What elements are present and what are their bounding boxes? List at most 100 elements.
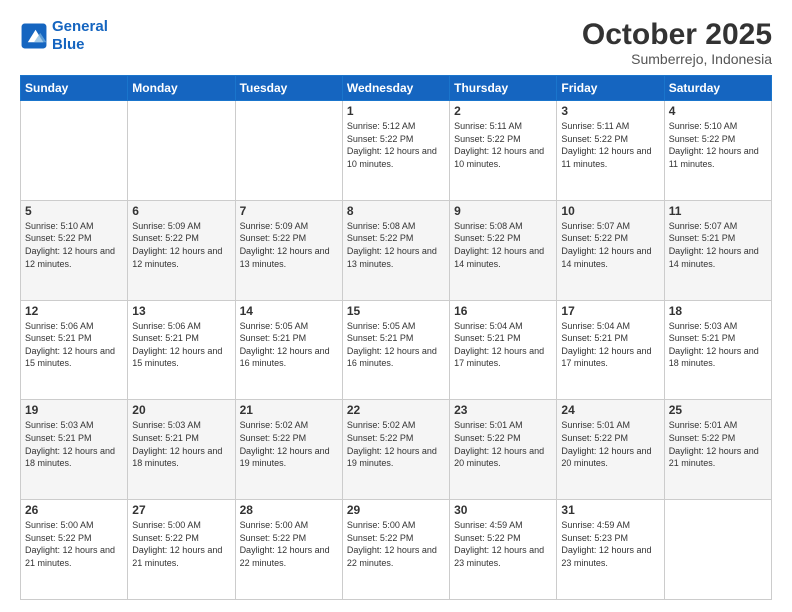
day-info: Sunrise: 5:08 AMSunset: 5:22 PMDaylight:… bbox=[454, 220, 552, 270]
day-info: Sunrise: 5:12 AMSunset: 5:22 PMDaylight:… bbox=[347, 120, 445, 170]
header: General Blue October 2025 Sumberrejo, In… bbox=[20, 18, 772, 67]
day-info: Sunrise: 5:08 AMSunset: 5:22 PMDaylight:… bbox=[347, 220, 445, 270]
logo-line2: Blue bbox=[52, 36, 85, 53]
calendar-cell: 25 Sunrise: 5:01 AMSunset: 5:22 PMDayligh… bbox=[664, 400, 771, 500]
title-block: October 2025 Sumberrejo, Indonesia bbox=[582, 18, 772, 67]
day-number: 28 bbox=[240, 503, 338, 517]
day-number: 20 bbox=[132, 403, 230, 417]
day-number: 5 bbox=[25, 204, 123, 218]
calendar-cell: 21 Sunrise: 5:02 AMSunset: 5:22 PMDayligh… bbox=[235, 400, 342, 500]
calendar-cell: 8 Sunrise: 5:08 AMSunset: 5:22 PMDaylight… bbox=[342, 200, 449, 300]
day-number: 4 bbox=[669, 104, 767, 118]
calendar-cell: 6Sunrise: 5:09 AMSunset: 5:22 PMDaylight… bbox=[128, 200, 235, 300]
calendar-cell: 9 Sunrise: 5:08 AMSunset: 5:22 PMDaylight… bbox=[450, 200, 557, 300]
calendar-cell: 24 Sunrise: 5:01 AMSunset: 5:22 PMDayligh… bbox=[557, 400, 664, 500]
day-info: Sunrise: 5:04 AMSunset: 5:21 PMDaylight:… bbox=[454, 320, 552, 370]
day-info: Sunrise: 5:09 AMSunset: 5:22 PMDaylight:… bbox=[132, 220, 230, 270]
weekday-header-friday: Friday bbox=[557, 76, 664, 101]
calendar-cell: 29 Sunrise: 5:00 AMSunset: 5:22 PMDayligh… bbox=[342, 500, 449, 600]
day-info: Sunrise: 5:01 AMSunset: 5:22 PMDaylight:… bbox=[561, 419, 659, 469]
month-title: October 2025 bbox=[582, 18, 772, 51]
day-info: Sunrise: 5:02 AMSunset: 5:22 PMDaylight:… bbox=[347, 419, 445, 469]
calendar-cell: 3Sunrise: 5:11 AMSunset: 5:22 PMDaylight… bbox=[557, 101, 664, 201]
weekday-header-saturday: Saturday bbox=[664, 76, 771, 101]
calendar-cell: 14Sunrise: 5:05 AMSunset: 5:21 PMDayligh… bbox=[235, 300, 342, 400]
day-number: 14 bbox=[240, 304, 338, 318]
calendar-cell bbox=[21, 101, 128, 201]
calendar-cell: 23Sunrise: 5:01 AMSunset: 5:22 PMDayligh… bbox=[450, 400, 557, 500]
calendar-cell: 17Sunrise: 5:04 AMSunset: 5:21 PMDayligh… bbox=[557, 300, 664, 400]
weekday-header-row: SundayMondayTuesdayWednesdayThursdayFrid… bbox=[21, 76, 772, 101]
day-number: 11 bbox=[669, 204, 767, 218]
day-number: 22 bbox=[347, 403, 445, 417]
day-number: 8 bbox=[347, 204, 445, 218]
logo-line1: General bbox=[52, 18, 108, 35]
day-info: Sunrise: 4:59 AMSunset: 5:23 PMDaylight:… bbox=[561, 519, 659, 569]
calendar-cell: 7Sunrise: 5:09 AMSunset: 5:22 PMDaylight… bbox=[235, 200, 342, 300]
day-number: 21 bbox=[240, 403, 338, 417]
day-info: Sunrise: 5:02 AMSunset: 5:22 PMDaylight:… bbox=[240, 419, 338, 469]
calendar-cell: 11 Sunrise: 5:07 AMSunset: 5:21 PMDayligh… bbox=[664, 200, 771, 300]
calendar-cell: 4 Sunrise: 5:10 AMSunset: 5:22 PMDaylight… bbox=[664, 101, 771, 201]
day-number: 7 bbox=[240, 204, 338, 218]
day-info: Sunrise: 5:04 AMSunset: 5:21 PMDaylight:… bbox=[561, 320, 659, 370]
day-number: 24 bbox=[561, 403, 659, 417]
calendar-cell: 31 Sunrise: 4:59 AMSunset: 5:23 PMDayligh… bbox=[557, 500, 664, 600]
day-number: 26 bbox=[25, 503, 123, 517]
week-row-1: 1 Sunrise: 5:12 AMSunset: 5:22 PMDaylight… bbox=[21, 101, 772, 201]
calendar-cell: 19 Sunrise: 5:03 AMSunset: 5:21 PMDayligh… bbox=[21, 400, 128, 500]
day-info: Sunrise: 4:59 AMSunset: 5:22 PMDaylight:… bbox=[454, 519, 552, 569]
calendar-cell: 18Sunrise: 5:03 AMSunset: 5:21 PMDayligh… bbox=[664, 300, 771, 400]
day-number: 10 bbox=[561, 204, 659, 218]
calendar-cell: 15 Sunrise: 5:05 AMSunset: 5:21 PMDayligh… bbox=[342, 300, 449, 400]
day-info: Sunrise: 5:03 AMSunset: 5:21 PMDaylight:… bbox=[25, 419, 123, 469]
day-info: Sunrise: 5:00 AMSunset: 5:22 PMDaylight:… bbox=[347, 519, 445, 569]
day-number: 18 bbox=[669, 304, 767, 318]
day-number: 30 bbox=[454, 503, 552, 517]
day-info: Sunrise: 5:00 AMSunset: 5:22 PMDaylight:… bbox=[240, 519, 338, 569]
weekday-header-wednesday: Wednesday bbox=[342, 76, 449, 101]
weekday-header-tuesday: Tuesday bbox=[235, 76, 342, 101]
day-number: 15 bbox=[347, 304, 445, 318]
day-info: Sunrise: 5:07 AMSunset: 5:21 PMDaylight:… bbox=[669, 220, 767, 270]
calendar-cell bbox=[664, 500, 771, 600]
day-info: Sunrise: 5:06 AMSunset: 5:21 PMDaylight:… bbox=[25, 320, 123, 370]
calendar-cell: 10 Sunrise: 5:07 AMSunset: 5:22 PMDayligh… bbox=[557, 200, 664, 300]
day-number: 25 bbox=[669, 403, 767, 417]
week-row-3: 12 Sunrise: 5:06 AMSunset: 5:21 PMDayligh… bbox=[21, 300, 772, 400]
day-info: Sunrise: 5:10 AMSunset: 5:22 PMDaylight:… bbox=[669, 120, 767, 170]
calendar-cell: 30 Sunrise: 4:59 AMSunset: 5:22 PMDayligh… bbox=[450, 500, 557, 600]
calendar-cell: 2 Sunrise: 5:11 AMSunset: 5:22 PMDaylight… bbox=[450, 101, 557, 201]
calendar-cell: 22 Sunrise: 5:02 AMSunset: 5:22 PMDayligh… bbox=[342, 400, 449, 500]
week-row-4: 19 Sunrise: 5:03 AMSunset: 5:21 PMDayligh… bbox=[21, 400, 772, 500]
page: General Blue October 2025 Sumberrejo, In… bbox=[0, 0, 792, 612]
day-info: Sunrise: 5:01 AMSunset: 5:22 PMDaylight:… bbox=[454, 419, 552, 469]
calendar-cell: 1 Sunrise: 5:12 AMSunset: 5:22 PMDaylight… bbox=[342, 101, 449, 201]
calendar-cell bbox=[235, 101, 342, 201]
calendar-cell: 12 Sunrise: 5:06 AMSunset: 5:21 PMDayligh… bbox=[21, 300, 128, 400]
day-number: 27 bbox=[132, 503, 230, 517]
logo-text: General Blue bbox=[52, 18, 108, 54]
calendar-cell: 5Sunrise: 5:10 AMSunset: 5:22 PMDaylight… bbox=[21, 200, 128, 300]
calendar-cell: 13Sunrise: 5:06 AMSunset: 5:21 PMDayligh… bbox=[128, 300, 235, 400]
day-number: 31 bbox=[561, 503, 659, 517]
day-number: 1 bbox=[347, 104, 445, 118]
day-info: Sunrise: 5:11 AMSunset: 5:22 PMDaylight:… bbox=[561, 120, 659, 170]
day-info: Sunrise: 5:05 AMSunset: 5:21 PMDaylight:… bbox=[347, 320, 445, 370]
day-info: Sunrise: 5:11 AMSunset: 5:22 PMDaylight:… bbox=[454, 120, 552, 170]
day-info: Sunrise: 5:07 AMSunset: 5:22 PMDaylight:… bbox=[561, 220, 659, 270]
logo-icon bbox=[20, 22, 48, 50]
day-number: 2 bbox=[454, 104, 552, 118]
day-number: 29 bbox=[347, 503, 445, 517]
weekday-header-monday: Monday bbox=[128, 76, 235, 101]
day-number: 19 bbox=[25, 403, 123, 417]
location-subtitle: Sumberrejo, Indonesia bbox=[582, 51, 772, 67]
calendar: SundayMondayTuesdayWednesdayThursdayFrid… bbox=[20, 75, 772, 600]
day-number: 12 bbox=[25, 304, 123, 318]
logo: General Blue bbox=[20, 18, 108, 54]
week-row-2: 5Sunrise: 5:10 AMSunset: 5:22 PMDaylight… bbox=[21, 200, 772, 300]
day-number: 13 bbox=[132, 304, 230, 318]
day-info: Sunrise: 5:01 AMSunset: 5:22 PMDaylight:… bbox=[669, 419, 767, 469]
weekday-header-thursday: Thursday bbox=[450, 76, 557, 101]
day-number: 9 bbox=[454, 204, 552, 218]
